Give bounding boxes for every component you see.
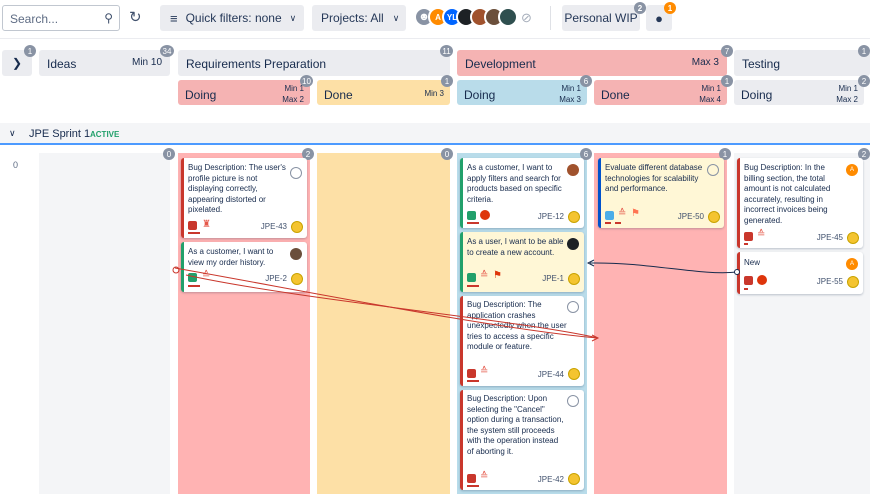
dependency-line-red-return xyxy=(174,267,599,339)
dependency-line-red xyxy=(185,274,599,339)
dependency-end-dot xyxy=(734,269,740,275)
dependency-lines xyxy=(172,259,740,342)
dependency-line-dark xyxy=(589,262,738,274)
